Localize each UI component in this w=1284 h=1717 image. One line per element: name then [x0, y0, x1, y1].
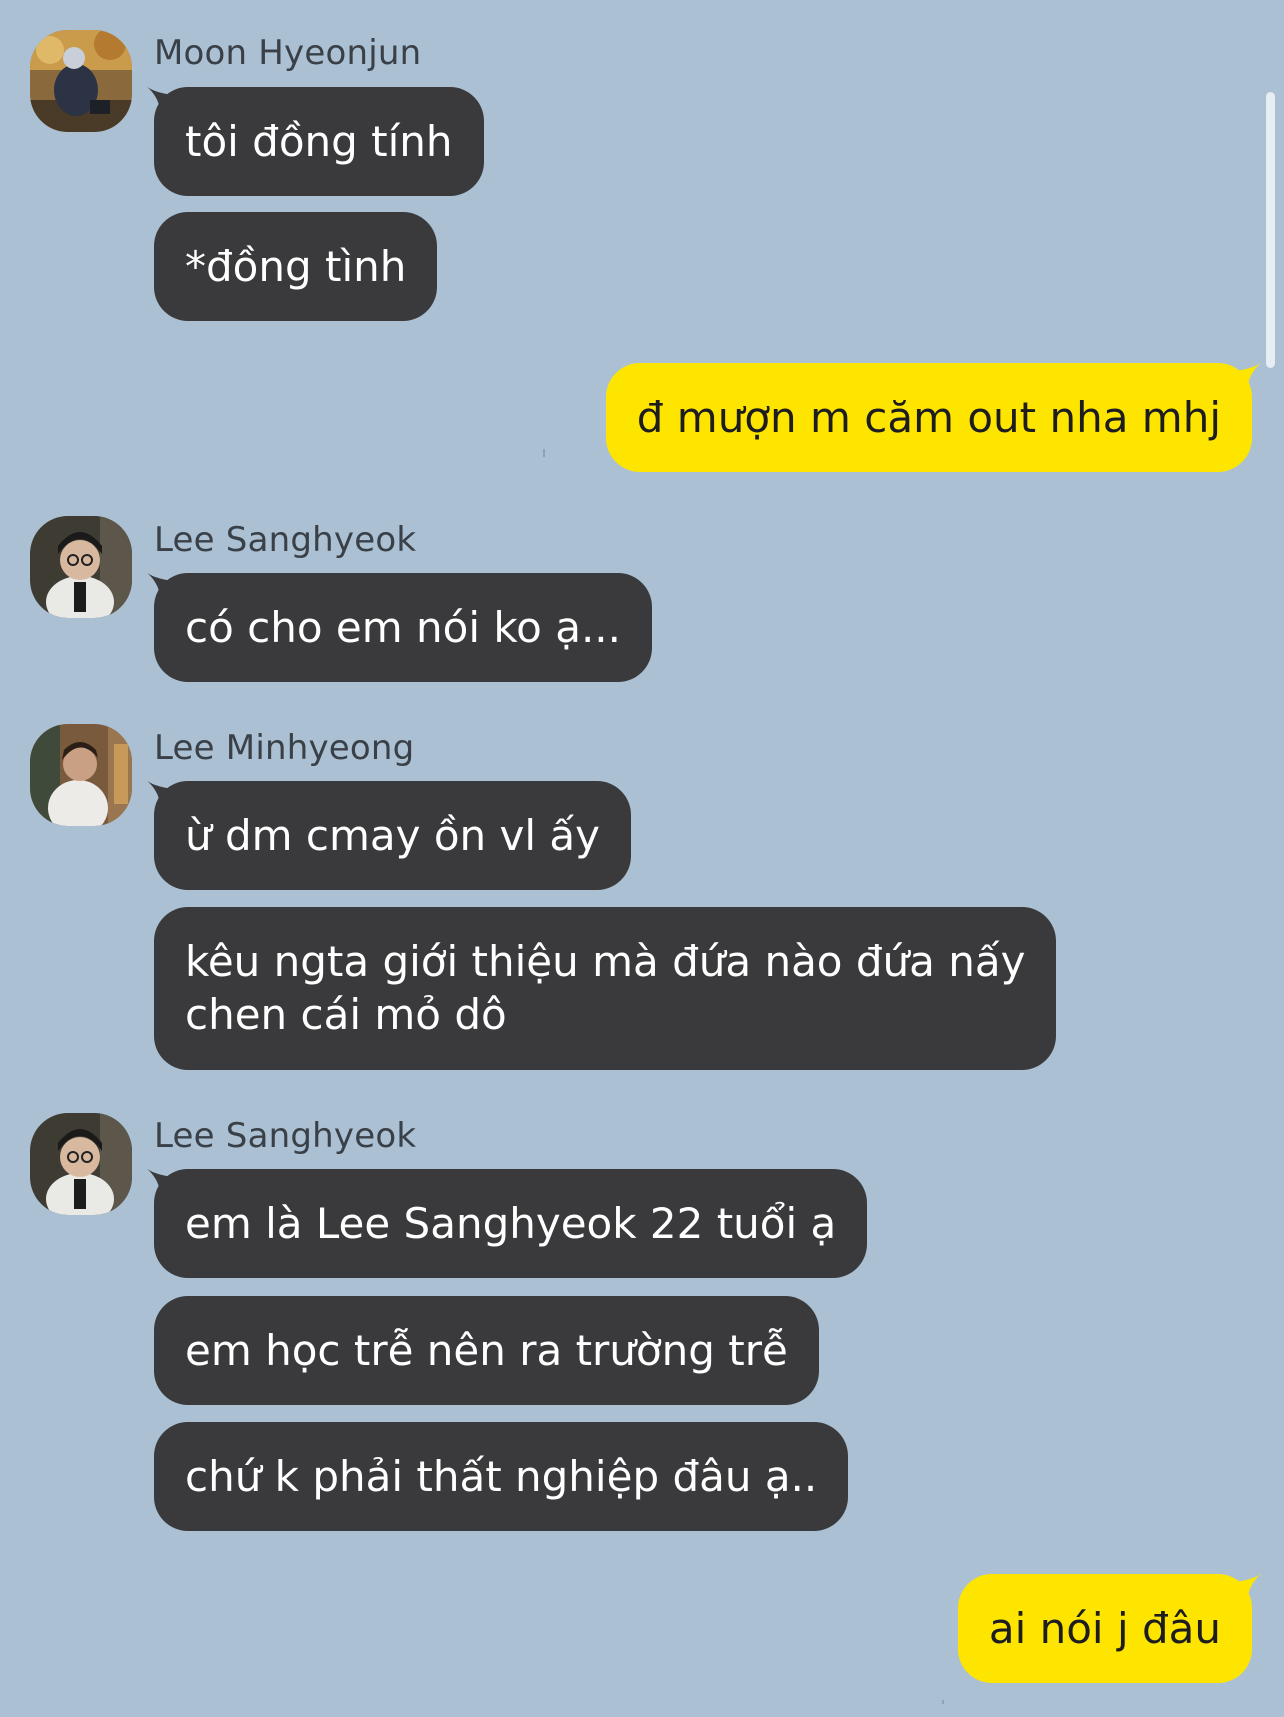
sender-name: Lee Sanghyeok [154, 520, 417, 560]
avatar-lee-minhyeong[interactable] [30, 724, 132, 826]
moon-hyeonjun-avatar [30, 30, 132, 132]
message-bubble-outgoing[interactable]: ai nói j đâu [957, 1574, 1252, 1683]
message-bubble[interactable]: tôi đồng tính [154, 87, 484, 196]
lee-minhyeong-avatar [30, 724, 132, 826]
message-bubble[interactable]: em học trễ nên ra trường trễ [154, 1296, 819, 1405]
message-bubble[interactable]: *đồng tình [154, 212, 438, 321]
avatar-lee-sanghyeok[interactable] [30, 1113, 132, 1215]
sender-name: Lee Minhyeong [154, 728, 415, 768]
message-bubble-outgoing[interactable]: đ mượn m căm out nha mhj [605, 363, 1252, 472]
scrollbar[interactable] [1266, 92, 1275, 368]
lee-sanghyeok-avatar [30, 516, 132, 618]
avatar-moon-hyeonjun[interactable] [30, 30, 132, 132]
message-bubble[interactable]: chứ k phải thất nghiệp đâu ạ.. [154, 1422, 849, 1531]
message-bubble[interactable]: kêu ngta giới thiệu mà đứa nào đứa nấy c… [154, 907, 1057, 1070]
message-bubble[interactable]: ừ dm cmay ồn vl ấy [154, 781, 631, 890]
message-bubble[interactable]: em là Lee Sanghyeok 22 tuổi ạ [154, 1169, 868, 1278]
message-line: kêu ngta giới thiệu mà đứa nào đứa nấy [185, 937, 1026, 986]
sender-name: Moon Hyeonjun [154, 33, 422, 73]
message-line: chen cái mỏ dô [185, 990, 507, 1039]
read-indicator [942, 1700, 944, 1704]
avatar-lee-sanghyeok[interactable] [30, 516, 132, 618]
lee-sanghyeok-avatar [30, 1113, 132, 1215]
sender-name: Lee Sanghyeok [154, 1116, 417, 1156]
message-bubble[interactable]: có cho em nói ko ạ... [154, 573, 652, 682]
read-indicator [543, 449, 545, 457]
chat-room: Moon Hyeonjun tôi đồng tính *đồng tình đ… [0, 0, 1284, 1717]
